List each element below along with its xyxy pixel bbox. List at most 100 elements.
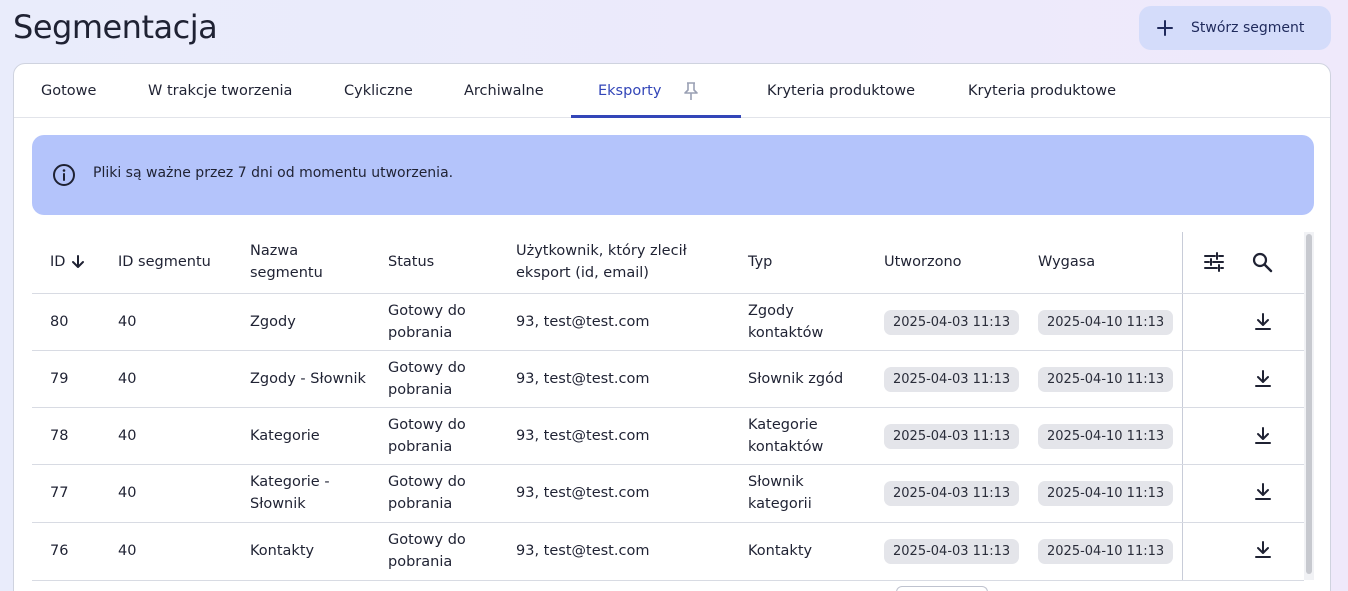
- cell-user: 93, test@test.com: [516, 314, 650, 330]
- search-icon[interactable]: [1250, 250, 1274, 274]
- type-line: Zgody: [748, 303, 794, 319]
- download-icon[interactable]: [1251, 424, 1275, 448]
- cell-type: Słownik kategorii: [748, 471, 812, 515]
- column-header-name: Nazwa segmentu: [250, 240, 323, 284]
- cell-name: Kategorie: [250, 428, 320, 444]
- download-icon[interactable]: [1251, 538, 1275, 562]
- tab-label: W trakcje tworzenia: [148, 83, 293, 99]
- row-divider: [32, 350, 1304, 351]
- cell-status: Gotowy do pobrania: [388, 300, 466, 344]
- created-badge: 2025-04-03 11:13: [884, 310, 1020, 335]
- cell-name: Kontakty: [250, 543, 315, 559]
- info-icon: [52, 163, 76, 191]
- cell-id: 79: [50, 371, 69, 387]
- status-line: pobrania: [388, 554, 453, 570]
- header-label: segmentu: [250, 265, 323, 281]
- expires-badge: 2025-04-10 11:13: [1038, 539, 1174, 564]
- type-line: Kategorie: [748, 417, 818, 433]
- header-label: ID: [50, 254, 66, 270]
- cell-type: Słownik zgód: [748, 371, 844, 387]
- plus-icon: [1139, 19, 1191, 37]
- tab-archiwalne[interactable]: Archiwalne: [464, 64, 544, 118]
- arrow-down-icon: [71, 254, 85, 270]
- tab-w-trakcie[interactable]: W trakcje tworzenia: [148, 64, 292, 118]
- column-header-id[interactable]: ID: [50, 251, 85, 273]
- tab-label: Archiwalne: [464, 83, 544, 99]
- row-divider: [32, 464, 1304, 465]
- tab-bar: Gotowe W trakcje tworzenia Cykliczne Arc…: [14, 64, 1330, 118]
- status-line: pobrania: [388, 382, 453, 398]
- cell-segment-id: 40: [118, 543, 137, 559]
- cell-name: Kategorie - Słownik: [250, 471, 330, 515]
- column-header-type: Typ: [748, 254, 773, 270]
- status-line: pobrania: [388, 325, 453, 341]
- info-banner: Pliki są ważne przez 7 dni od momentu ut…: [32, 135, 1314, 215]
- exports-card: Gotowe W trakcje tworzenia Cykliczne Arc…: [13, 63, 1331, 591]
- column-header-user: Użytkownik, który zlecił eksport (id, em…: [516, 240, 687, 284]
- cell-user: 93, test@test.com: [516, 485, 650, 501]
- cell-id: 77: [50, 485, 69, 501]
- create-segment-button[interactable]: Stwórz segment: [1139, 6, 1331, 50]
- type-line: kontaktów: [748, 439, 824, 455]
- row-divider: [32, 522, 1304, 523]
- page-title: Segmentacja: [13, 8, 218, 46]
- tab-label: Kryteria produktowe: [767, 83, 915, 99]
- tab-gotowe[interactable]: Gotowe: [41, 64, 96, 118]
- cell-type: Kategorie kontaktów: [748, 414, 823, 458]
- scrollbar-thumb[interactable]: [1306, 234, 1312, 574]
- cell-user: 93, test@test.com: [516, 428, 650, 444]
- status-line: Gotowy do: [388, 360, 466, 376]
- expires-badge: 2025-04-10 11:13: [1038, 310, 1174, 335]
- column-settings-icon[interactable]: [1202, 250, 1226, 274]
- cell-id: 76: [50, 543, 69, 559]
- column-header-created: Utworzono: [884, 254, 962, 270]
- expires-badge: 2025-04-10 11:13: [1038, 424, 1174, 449]
- download-icon[interactable]: [1251, 480, 1275, 504]
- rows-per-page-select[interactable]: [896, 586, 988, 591]
- tab-label: Gotowe: [41, 83, 97, 99]
- row-divider: [32, 580, 1304, 581]
- pin-icon[interactable]: [683, 81, 699, 101]
- tab-eksporty[interactable]: Eksporty: [598, 64, 699, 118]
- header-label: eksport (id, email): [516, 265, 649, 281]
- download-icon[interactable]: [1251, 367, 1275, 391]
- row-divider: [32, 293, 1304, 294]
- cell-status: Gotowy do pobrania: [388, 357, 466, 401]
- info-text: Pliki są ważne przez 7 dni od momentu ut…: [93, 165, 454, 181]
- cell-segment-id: 40: [118, 371, 137, 387]
- name-line: Kategorie -: [250, 474, 330, 490]
- cell-user: 93, test@test.com: [516, 371, 650, 387]
- cell-id: 80: [50, 314, 69, 330]
- cell-id: 78: [50, 428, 69, 444]
- active-tab-indicator: [571, 115, 741, 118]
- expires-badge: 2025-04-10 11:13: [1038, 367, 1174, 392]
- status-line: Gotowy do: [388, 303, 466, 319]
- status-line: Gotowy do: [388, 417, 466, 433]
- name-line: Słownik: [250, 496, 306, 512]
- type-line: kategorii: [748, 496, 812, 512]
- cell-name: Zgody - Słownik: [250, 371, 366, 387]
- cell-segment-id: 40: [118, 428, 137, 444]
- tab-label: Cykliczne: [344, 83, 413, 99]
- created-badge: 2025-04-03 11:13: [884, 424, 1020, 449]
- column-header-expires: Wygasa: [1038, 254, 1096, 270]
- status-line: pobrania: [388, 496, 453, 512]
- header-label: Użytkownik, który zlecił: [516, 243, 687, 259]
- cell-type: Zgody kontaktów: [748, 300, 823, 344]
- cell-status: Gotowy do pobrania: [388, 414, 466, 458]
- column-divider: [1182, 232, 1183, 580]
- cell-status: Gotowy do pobrania: [388, 529, 466, 573]
- tab-kryteria-produktowe-1[interactable]: Kryteria produktowe: [767, 64, 915, 118]
- created-badge: 2025-04-03 11:13: [884, 367, 1020, 392]
- type-line: kontaktów: [748, 325, 824, 341]
- status-line: Gotowy do: [388, 532, 466, 548]
- tab-cykliczne[interactable]: Cykliczne: [344, 64, 413, 118]
- download-icon[interactable]: [1251, 310, 1275, 334]
- status-line: Gotowy do: [388, 474, 466, 490]
- type-line: Słownik: [748, 474, 804, 490]
- cell-user: 93, test@test.com: [516, 543, 650, 559]
- status-line: pobrania: [388, 439, 453, 455]
- create-segment-label: Stwórz segment: [1191, 20, 1305, 36]
- tab-kryteria-produktowe-2[interactable]: Kryteria produktowe: [968, 64, 1116, 118]
- column-header-segment-id: ID segmentu: [118, 254, 211, 270]
